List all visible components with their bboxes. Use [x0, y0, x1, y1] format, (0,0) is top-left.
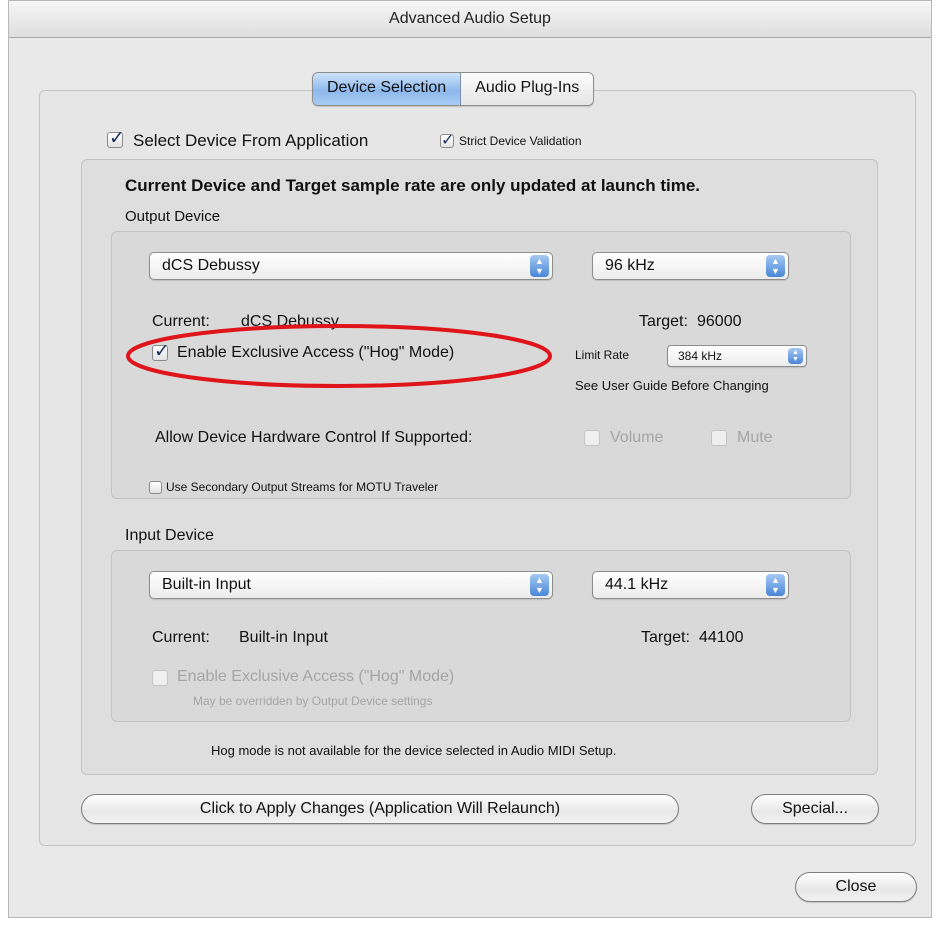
mute-checkbox[interactable]: [711, 430, 727, 446]
hardware-control-label: Allow Device Hardware Control If Support…: [155, 429, 473, 446]
tab-bar: Device Selection Audio Plug-Ins: [312, 72, 595, 106]
select-device-from-app-checkbox[interactable]: ✓: [107, 127, 125, 149]
output-device-section-label: Output Device: [125, 208, 221, 225]
input-target-label: Target:: [641, 629, 690, 646]
secondary-streams-checkbox[interactable]: [149, 481, 162, 494]
input-current-label: Current:: [152, 629, 210, 646]
popup-arrows-icon: ▲ ▼: [530, 574, 549, 596]
output-rate-popup[interactable]: 96 kHz ▲ ▼: [592, 252, 789, 280]
limit-rate-popup[interactable]: 384 kHz ▲ ▼: [667, 345, 807, 367]
volume-checkbox[interactable]: [584, 430, 600, 446]
tab-audio-plug-ins[interactable]: Audio Plug-Ins: [461, 73, 594, 105]
strict-device-validation-label: Strict Device Validation: [459, 134, 582, 148]
checkmark-icon: ✓: [109, 127, 125, 149]
limit-rate-label: Limit Rate: [575, 348, 630, 362]
launch-time-notice: Current Device and Target sample rate ar…: [125, 176, 701, 195]
output-target-value: 96000: [697, 313, 742, 330]
popup-arrows-icon: ▲ ▼: [766, 574, 785, 596]
popup-arrows-icon: ▲ ▼: [788, 348, 803, 364]
output-rate-value: 96 kHz: [605, 257, 655, 274]
output-device-popup[interactable]: dCS Debussy ▲ ▼: [149, 252, 553, 280]
input-device-value: Built-in Input: [162, 576, 251, 593]
tab-device-selection[interactable]: Device Selection: [313, 73, 462, 105]
input-current-value: Built-in Input: [239, 629, 328, 646]
output-target-label: Target:: [639, 313, 688, 330]
strict-device-validation-checkbox[interactable]: ✓: [440, 130, 454, 149]
highlight-ellipse: [126, 324, 552, 388]
hog-unavailable-note: Hog mode is not available for the device…: [211, 743, 617, 758]
window-title: Advanced Audio Setup: [9, 1, 931, 38]
secondary-streams-label: Use Secondary Output Streams for MOTU Tr…: [166, 480, 439, 494]
apply-changes-button[interactable]: Click to Apply Changes (Application Will…: [81, 794, 679, 824]
input-rate-value: 44.1 kHz: [605, 576, 669, 593]
input-hog-note: May be overridden by Output Device setti…: [193, 694, 433, 708]
output-device-value: dCS Debussy: [162, 257, 260, 274]
popup-arrows-icon: ▲ ▼: [530, 255, 549, 277]
user-guide-note: See User Guide Before Changing: [575, 378, 769, 393]
advanced-audio-setup-window: Advanced Audio Setup Device Selection Au…: [8, 0, 932, 918]
select-device-from-app-label: Select Device From Application: [133, 131, 369, 150]
input-device-popup[interactable]: Built-in Input ▲ ▼: [149, 571, 553, 599]
popup-arrows-icon: ▲ ▼: [766, 255, 785, 277]
limit-rate-value: 384 kHz: [678, 349, 723, 363]
input-hog-mode-checkbox[interactable]: [152, 670, 168, 686]
special-button[interactable]: Special...: [751, 794, 879, 824]
close-button[interactable]: Close: [795, 872, 917, 902]
checkmark-icon: ✓: [441, 130, 455, 149]
volume-label: Volume: [610, 429, 664, 446]
input-device-section-label: Input Device: [125, 527, 214, 544]
input-rate-popup[interactable]: 44.1 kHz ▲ ▼: [592, 571, 789, 599]
mute-label: Mute: [737, 429, 773, 446]
input-target-value: 44100: [699, 629, 744, 646]
input-hog-mode-label: Enable Exclusive Access ("Hog" Mode): [177, 668, 455, 685]
